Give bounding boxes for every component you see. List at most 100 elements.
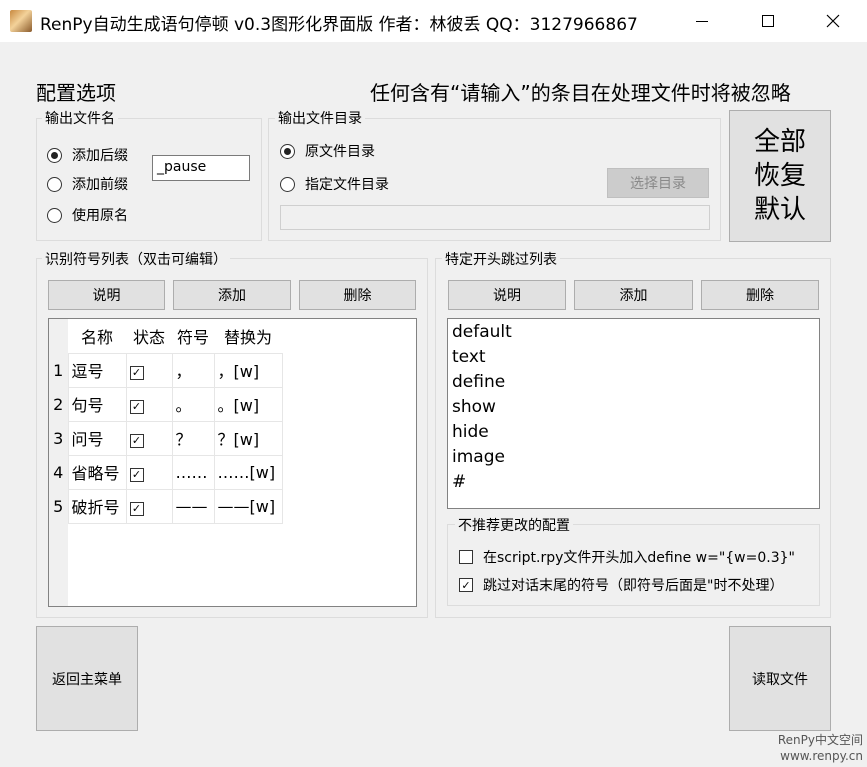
checkbox-checked-icon[interactable]: ✓ [129, 365, 144, 380]
list-item[interactable]: # [448, 470, 819, 495]
replace-cell[interactable]: 。[w] [213, 386, 283, 422]
list-item[interactable]: hide [448, 420, 819, 445]
column-header[interactable]: 名称 [68, 319, 126, 353]
name-cell[interactable]: 破折号 [67, 488, 127, 524]
symbol-cell[interactable]: ？ [171, 420, 215, 456]
table-row[interactable]: 1 逗号 ✓ ， ，[w] [49, 352, 283, 388]
close-icon [826, 14, 840, 28]
skip-list-label: 特定开头跳过列表 [442, 249, 560, 269]
symbol-help-button[interactable]: 说明 [48, 280, 165, 310]
skip-help-button[interactable]: 说明 [448, 280, 566, 310]
checkbox-checked-icon[interactable]: ✓ [129, 399, 144, 414]
symbol-delete-button[interactable]: 删除 [299, 280, 416, 310]
status-cell[interactable]: ✓ [125, 386, 173, 422]
minimize-icon [696, 20, 708, 22]
corner-cell [49, 319, 68, 353]
reset-label-line: 全部 [753, 127, 806, 157]
row-number: 3 [49, 421, 68, 455]
status-cell[interactable]: ✓ [125, 420, 173, 456]
ignore-hint: 任何含有“请输入”的条目在处理文件时将被忽略 [370, 81, 791, 105]
choose-dir-button[interactable]: 选择目录 [607, 168, 709, 198]
checkbox-label: 跳过对话末尾的符号（即符号后面是"时不处理） [483, 578, 784, 594]
radio-label: 添加后缀 [72, 148, 128, 164]
column-header[interactable]: 符号 [172, 319, 214, 353]
status-cell[interactable]: ✓ [125, 488, 173, 524]
radio-label: 原文件目录 [305, 144, 375, 160]
list-item[interactable]: text [448, 345, 819, 370]
checkbox-checked-icon[interactable]: ✓ [129, 501, 144, 516]
skip-delete-button[interactable]: 删除 [701, 280, 819, 310]
table-row[interactable]: 3 问号 ✓ ？ ？[w] [49, 420, 283, 456]
symbol-cell[interactable]: ， [171, 352, 215, 388]
symbol-list-label: 识别符号列表（双击可编辑） [42, 249, 230, 269]
symbol-cell[interactable]: …… [171, 454, 215, 490]
symbol-cell[interactable]: —— [171, 488, 215, 524]
table-row[interactable]: 5 破折号 ✓ —— ——[w] [49, 488, 283, 524]
app-icon [10, 10, 32, 32]
radio-dot [280, 143, 295, 159]
list-item[interactable]: image [448, 445, 819, 470]
row-number: 2 [49, 387, 68, 421]
reset-label-line: 默认 [753, 195, 806, 225]
list-item[interactable]: define [448, 370, 819, 395]
column-header[interactable]: 替换为 [214, 319, 282, 353]
replace-cell[interactable]: ——[w] [213, 488, 283, 524]
window-title: RenPy自动生成语句停顿 v0.3图形化界面版 作者：林彼丢 QQ：31279… [40, 15, 638, 35]
radio-dot [47, 207, 62, 223]
suffix-input[interactable]: _pause [152, 155, 250, 181]
advanced-label: 不推荐更改的配置 [455, 515, 573, 535]
replace-cell[interactable]: ，[w] [213, 352, 283, 388]
maximize-button[interactable] [738, 0, 798, 42]
radio-label: 添加前缀 [72, 177, 128, 193]
list-item[interactable]: default [448, 320, 819, 345]
radio-original-name[interactable]: 使用原名 [47, 205, 128, 225]
row-number: 5 [49, 489, 68, 523]
radio-dot [47, 147, 62, 163]
radio-custom-dir[interactable]: 指定文件目录 [280, 174, 389, 194]
title-bar: RenPy自动生成语句停顿 v0.3图形化界面版 作者：林彼丢 QQ：31279… [0, 0, 867, 42]
radio-add-suffix[interactable]: 添加后缀 [47, 145, 128, 165]
checkbox-unchecked-icon [459, 550, 473, 564]
radio-label: 指定文件目录 [305, 177, 389, 193]
list-item[interactable]: show [448, 395, 819, 420]
skip-listbox[interactable]: default text define show hide image # [447, 318, 820, 509]
row-number: 4 [49, 455, 68, 489]
radio-dot [280, 176, 295, 192]
table-row[interactable]: 4 省略号 ✓ …… ……[w] [49, 454, 283, 490]
minimize-button[interactable] [672, 0, 732, 42]
name-cell[interactable]: 问号 [67, 420, 127, 456]
status-cell[interactable]: ✓ [125, 352, 173, 388]
checkbox-checked-icon: ✓ [459, 578, 473, 592]
skip-end-symbol-checkbox[interactable]: ✓ 跳过对话末尾的符号（即符号后面是"时不处理） [459, 575, 783, 595]
replace-cell[interactable]: ？[w] [213, 420, 283, 456]
back-to-main-menu-button[interactable]: 返回主菜单 [36, 626, 138, 731]
name-cell[interactable]: 句号 [67, 386, 127, 422]
radio-add-prefix[interactable]: 添加前缀 [47, 174, 128, 194]
watermark-title: RenPy中文空间 [777, 733, 863, 747]
table-row[interactable]: 2 句号 ✓ 。 。[w] [49, 386, 283, 422]
dir-path-input[interactable] [280, 205, 710, 230]
column-header[interactable]: 状态 [126, 319, 172, 353]
maximize-icon [762, 15, 774, 27]
name-cell[interactable]: 省略号 [67, 454, 127, 490]
radio-source-dir[interactable]: 原文件目录 [280, 141, 375, 161]
read-file-button[interactable]: 读取文件 [729, 626, 831, 731]
radio-label: 使用原名 [72, 208, 128, 224]
reset-all-button[interactable]: 全部 恢复 默认 [729, 110, 831, 242]
symbol-grid: 名称 状态 符号 替换为 1 逗号 ✓ ， ，[w] 2 句号 ✓ 。 。[w] [49, 319, 283, 524]
reset-label-line: 恢复 [753, 161, 806, 191]
checkbox-checked-icon[interactable]: ✓ [129, 467, 144, 482]
output-dir-label: 输出文件目录 [275, 108, 365, 128]
define-w-checkbox[interactable]: 在script.rpy文件开头加入define w="{w=0.3}" [459, 547, 795, 567]
checkbox-label: 在script.rpy文件开头加入define w="{w=0.3}" [483, 550, 795, 566]
output-filename-label: 输出文件名 [42, 108, 118, 128]
close-button[interactable] [803, 0, 863, 42]
replace-cell[interactable]: ……[w] [213, 454, 283, 490]
name-cell[interactable]: 逗号 [67, 352, 127, 388]
status-cell[interactable]: ✓ [125, 454, 173, 490]
table-header-row: 名称 状态 符号 替换为 [49, 319, 282, 353]
symbol-add-button[interactable]: 添加 [173, 280, 291, 310]
symbol-cell[interactable]: 。 [171, 386, 215, 422]
skip-add-button[interactable]: 添加 [574, 280, 693, 310]
checkbox-checked-icon[interactable]: ✓ [129, 433, 144, 448]
